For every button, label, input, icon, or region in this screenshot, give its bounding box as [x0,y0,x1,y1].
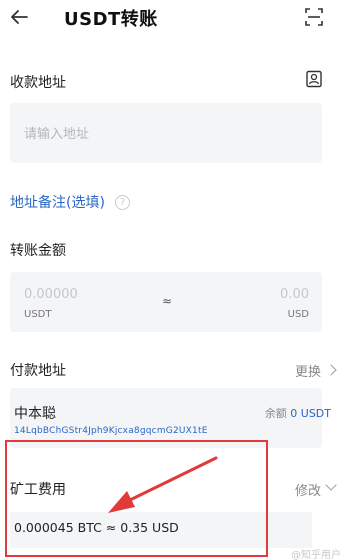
fiat-amount-value[interactable]: 0.00 [280,287,309,302]
recipient-address-label: 收款地址 [10,75,66,91]
edit-fee-button[interactable]: 修改 [295,480,321,499]
approx-symbol: ≈ [162,294,173,308]
crypto-amount-value[interactable]: 0.00000 [24,287,78,302]
miner-fee-label: 矿工费用 [10,482,66,498]
payer-address-label: 付款地址 [10,363,66,379]
recipient-address-placeholder: 请输入地址 [24,127,90,142]
crypto-unit: USDT [24,309,52,320]
payer-address: 14LqbBChGStr4Jph9Kjcxa8gqcmG2UX1tE [14,426,208,436]
balance-label: 余额 [264,407,287,420]
fee-value: 0.000045 BTC ≈ 0.35 USD [14,520,179,535]
recipient-address-input[interactable]: 请输入地址 [10,103,322,163]
change-payer-button[interactable]: 更换 [295,361,321,380]
fiat-unit: USD [287,309,309,320]
back-arrow-icon[interactable] [8,6,30,28]
chevron-down-icon[interactable] [325,479,337,491]
scan-icon[interactable] [305,8,323,26]
chevron-right-icon[interactable] [325,364,337,376]
payer-name: 中本聪 [14,406,56,422]
watermark: @知乎用户 [291,550,341,560]
balance-info: 余额 0 USDT [265,405,331,421]
page-title: USDT转账 [64,9,158,30]
address-memo-link[interactable]: 地址备注(选填) [10,192,105,212]
top-bar: USDT转账 [0,0,345,40]
transfer-amount-label: 转账金额 [10,243,66,259]
help-icon[interactable]: ? [115,195,130,210]
address-book-icon[interactable] [305,70,323,88]
balance-value: 0 USDT [290,407,331,420]
